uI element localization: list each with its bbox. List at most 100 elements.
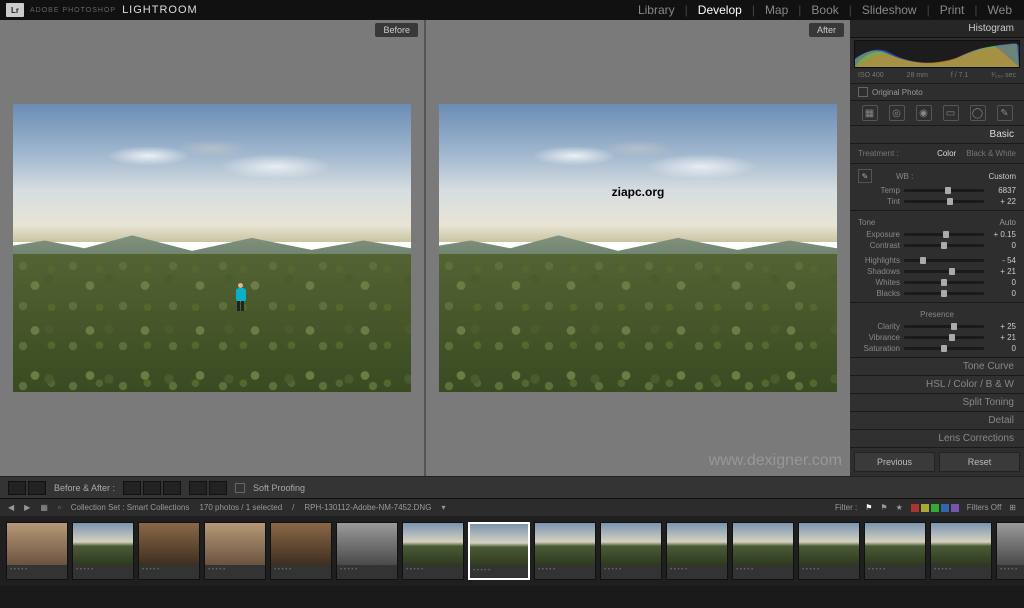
before-label: Before [375,23,418,37]
soft-proof-checkbox[interactable] [235,483,245,493]
thumbnail[interactable]: • • • • • [336,522,398,580]
module-web[interactable]: Web [982,3,1018,17]
loupe-view-icon[interactable] [8,481,26,495]
slider-vibrance[interactable]: Vibrance+ 21 [858,332,1016,343]
slider-highlights[interactable]: Highlights- 54 [858,255,1016,266]
after-pane[interactable]: After ziapc.org [424,20,850,476]
thumbnail[interactable]: • • • • • [798,522,860,580]
thumbnail[interactable]: • • • • • [402,522,464,580]
nav-back-icon[interactable]: ◀ [8,503,14,512]
ba-split-icon[interactable] [163,481,181,495]
color-label-blue[interactable] [941,504,949,512]
spot-tool-icon[interactable]: ◎ [889,105,905,121]
module-slideshow[interactable]: Slideshow [856,3,923,17]
crop-tool-icon[interactable]: ▦ [862,105,878,121]
eyedropper-icon[interactable]: ✎ [858,169,872,183]
reset-button[interactable]: Reset [939,452,1020,472]
previous-button[interactable]: Previous [854,452,935,472]
histogram-meta: ISO 400 28 mm f / 7.1 ¹⁄₂₅₀ sec [850,70,1024,83]
highlights-value: - 54 [988,256,1016,265]
filmstrip-header: ◀ ▶ ▦ ▫ Collection Set : Smart Collectio… [0,498,1024,516]
thumbnail[interactable]: • • • • • [204,522,266,580]
slider-clarity[interactable]: Clarity+ 25 [858,321,1016,332]
original-photo-checkbox[interactable] [858,87,868,97]
flag-reject-icon[interactable]: ⚑ [880,503,887,512]
slider-temp[interactable]: Temp6837 [858,185,1016,196]
hsl-header[interactable]: HSL / Color / B & W [850,376,1024,394]
redeye-tool-icon[interactable]: ◉ [916,105,932,121]
rating-filter-icon[interactable]: ★ [896,503,903,512]
basic-section-header[interactable]: Basic [850,126,1024,144]
slider-blacks[interactable]: Blacks0 [858,288,1016,299]
thumbnail[interactable]: • • • • • [270,522,332,580]
radial-tool-icon[interactable]: ◯ [970,105,986,121]
thumbnail[interactable]: • • • • • [996,522,1024,580]
thumbnail[interactable]: • • • • • [72,522,134,580]
dropdown-icon[interactable]: ▾ [441,503,445,512]
module-map[interactable]: Map [759,3,794,17]
ba-copy-icon[interactable] [209,481,227,495]
thumbnail[interactable]: • • • • • [600,522,662,580]
module-library[interactable]: Library [632,3,681,17]
temp-value: 6837 [988,186,1016,195]
grad-tool-icon[interactable]: ▭ [943,105,959,121]
treatment-bw[interactable]: Black & White [966,149,1016,158]
histogram[interactable] [854,40,1020,68]
histogram-header[interactable]: Histogram [850,20,1024,38]
thumbnail[interactable]: • • • • • [534,522,596,580]
tone-label: Tone [858,218,875,227]
thumbnail[interactable]: • • • • • [6,522,68,580]
tone-curve-header[interactable]: Tone Curve [850,358,1024,376]
after-photo: ziapc.org [439,104,838,391]
flag-pick-icon[interactable]: ⚑ [865,503,872,512]
filter-lock-icon[interactable]: ⊞ [1009,503,1016,512]
before-pane[interactable]: Before [0,20,424,476]
ba-tb-icon[interactable] [143,481,161,495]
thumbnail[interactable]: • • • • • [138,522,200,580]
module-develop[interactable]: Develop [692,3,748,17]
filmstrip[interactable]: • • • • • • • • • • • • • • • • • • • • … [0,516,1024,586]
slider-shadows[interactable]: Shadows+ 21 [858,266,1016,277]
auto-tone-button[interactable]: Auto [1000,218,1016,227]
slider-tint[interactable]: Tint+ 22 [858,196,1016,207]
wb-value[interactable]: Custom [988,172,1016,181]
module-book[interactable]: Book [805,3,844,17]
grid-icon[interactable]: ▦ [40,503,48,512]
treatment-label: Treatment : [858,149,899,158]
split-toning-header[interactable]: Split Toning [850,394,1024,412]
vibrance-label: Vibrance [858,333,900,342]
shadows-label: Shadows [858,267,900,276]
thumbnail[interactable]: • • • • • [864,522,926,580]
lens-corrections-header[interactable]: Lens Corrections [850,430,1024,448]
secondary-icon[interactable]: ▫ [58,503,61,512]
collection-label[interactable]: Collection Set : Smart Collections [71,503,190,512]
compare-view-icon[interactable] [28,481,46,495]
subject-person [232,282,250,312]
original-photo-row[interactable]: Original Photo [850,83,1024,101]
meta-aperture: f / 7.1 [951,72,969,79]
thumbnail[interactable]: • • • • • [732,522,794,580]
ba-lr-icon[interactable] [123,481,141,495]
color-label-yellow[interactable] [921,504,929,512]
brush-tool-icon[interactable]: ✎ [997,105,1013,121]
nav-fwd-icon[interactable]: ▶ [24,503,30,512]
slider-contrast[interactable]: Contrast0 [858,240,1016,251]
original-photo-label: Original Photo [872,88,923,97]
module-print[interactable]: Print [934,3,971,17]
thumbnail-selected[interactable]: • • • • • [468,522,530,580]
slider-saturation[interactable]: Saturation0 [858,343,1016,354]
blacks-label: Blacks [858,289,900,298]
color-label-green[interactable] [931,504,939,512]
detail-header[interactable]: Detail [850,412,1024,430]
color-label-purple[interactable] [951,504,959,512]
ba-swap-icon[interactable] [189,481,207,495]
slider-exposure[interactable]: Exposure+ 0.15 [858,229,1016,240]
thumbnail[interactable]: • • • • • [666,522,728,580]
slider-whites[interactable]: Whites0 [858,277,1016,288]
canvas-area: Before After ziapc.org www.dexigner.com [0,20,850,476]
filters-off[interactable]: Filters Off [967,503,1002,512]
treatment-color[interactable]: Color [937,149,956,158]
thumbnail[interactable]: • • • • • [930,522,992,580]
color-label-red[interactable] [911,504,919,512]
exposure-label: Exposure [858,230,900,239]
